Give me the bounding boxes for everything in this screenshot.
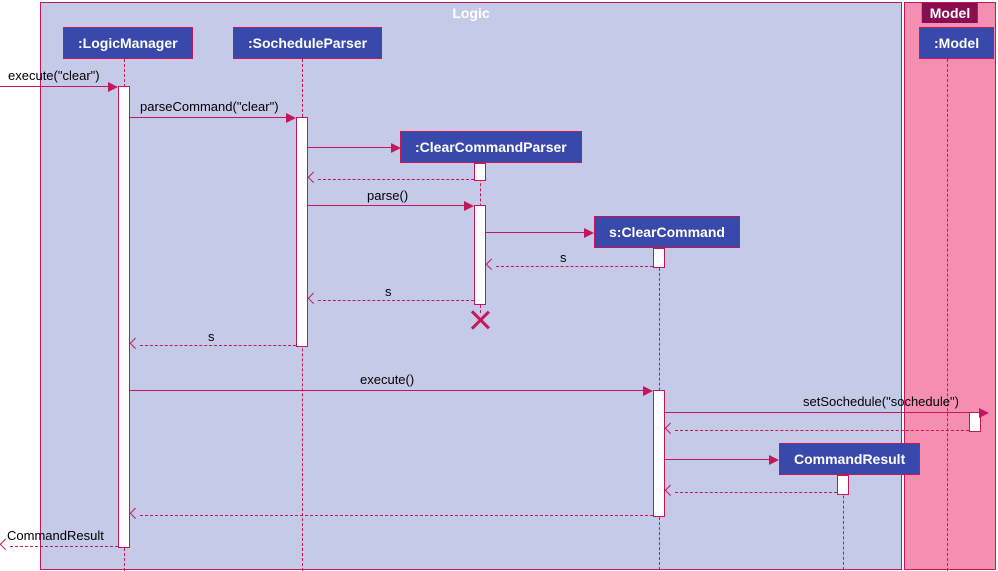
participant-command-result: CommandResult: [779, 443, 920, 475]
arrow-return-cr: [675, 492, 837, 493]
msg-set-sochedule: setSochedule("sochedule"): [803, 394, 959, 409]
activation-command-result: [837, 475, 849, 495]
activation-sochedule-parser: [296, 117, 308, 347]
frame-logic: Logic: [40, 2, 902, 570]
activation-clear-command-1: [653, 248, 665, 268]
arrowhead-parse-command: [286, 113, 296, 123]
msg-return-s2: s: [385, 284, 392, 299]
arrow-return-s1: [496, 266, 653, 267]
arrow-parse-command: [130, 117, 288, 118]
arrowhead-execute-2: [643, 386, 653, 396]
msg-parse: parse(): [367, 188, 408, 203]
participant-sochedule-parser: :SocheduleParser: [233, 27, 382, 59]
msg-return-s3: s: [208, 329, 215, 344]
msg-parse-command: parseCommand("clear"): [140, 99, 279, 114]
arrow-create-ccp: [308, 147, 393, 148]
arrowhead-create-cr: [769, 455, 779, 465]
msg-return-command-result: CommandResult: [7, 528, 104, 543]
arrowhead-parse: [464, 201, 474, 211]
participant-model: :Model: [919, 27, 994, 59]
frame-logic-header: Logic: [444, 3, 497, 23]
arrow-return-ccp-create: [318, 179, 474, 180]
msg-execute-1: execute("clear"): [8, 68, 100, 83]
arrow-create-cc: [486, 232, 586, 233]
arrow-create-cr: [665, 459, 771, 460]
activation-clear-command-parser-1: [474, 163, 486, 181]
arrowhead-create-ccp: [391, 143, 401, 153]
arrowhead-create-cc: [584, 228, 594, 238]
activation-clear-command-2: [653, 390, 665, 517]
participant-clear-command-parser: :ClearCommandParser: [400, 131, 582, 163]
arrow-set-sochedule: [665, 412, 981, 413]
lifeline-model: [947, 59, 948, 571]
arrow-return-s2: [318, 300, 474, 301]
activation-clear-command-parser-2: [474, 205, 486, 305]
arrow-execute-1: [0, 86, 110, 87]
arrow-return-model: [675, 430, 969, 431]
activation-logic-manager: [118, 86, 130, 548]
arrow-return-s3: [140, 345, 296, 346]
frame-model: Model: [904, 2, 996, 570]
msg-execute-2: execute(): [360, 372, 414, 387]
arrow-return-ext: [10, 546, 118, 547]
arrow-parse: [308, 205, 466, 206]
destroy-ccp: [470, 310, 490, 330]
arrow-return-lm: [140, 515, 653, 516]
participant-clear-command: s:ClearCommand: [594, 216, 740, 248]
arrowhead-execute-1: [108, 82, 118, 92]
frame-model-header: Model: [922, 3, 978, 23]
msg-return-s1: s: [560, 250, 567, 265]
participant-logic-manager: :LogicManager: [63, 27, 193, 59]
arrowhead-set-sochedule: [979, 408, 989, 418]
arrow-execute-2: [130, 390, 645, 391]
